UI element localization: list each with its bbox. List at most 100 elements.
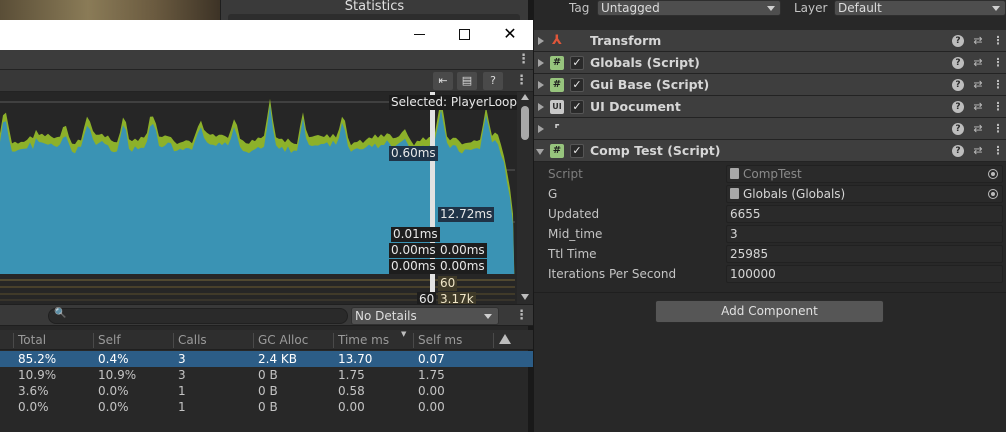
- help-icon[interactable]: ?: [952, 35, 964, 47]
- tag-dropdown[interactable]: Untagged: [597, 0, 781, 16]
- cell-self-ms: 1.75: [418, 368, 445, 382]
- foldout-arrow-icon[interactable]: [538, 125, 544, 133]
- component-name: Comp Test (Script): [590, 143, 721, 158]
- component-header-globals[interactable]: # ✓ Globals (Script) ? ⇄ ⋮: [534, 52, 1006, 74]
- scroll-down-icon[interactable]: [521, 294, 529, 300]
- help-icon[interactable]: ?: [952, 79, 964, 91]
- cell-total: 0.0%: [18, 400, 49, 414]
- column-header-time-ms[interactable]: Time ms: [333, 333, 389, 348]
- chart-value-label: 0.60ms: [389, 146, 438, 161]
- table-row[interactable]: 3.6% 0.0% 1 0 B 0.58 0.00: [0, 383, 533, 399]
- add-component-button[interactable]: Add Component: [655, 300, 884, 323]
- more-options-icon[interactable]: ⋮: [517, 53, 530, 67]
- table-row[interactable]: 10.9% 10.9% 3 0 B 1.75 1.75: [0, 367, 533, 383]
- frame-to-selection-icon[interactable]: ⇤: [433, 72, 453, 90]
- component-menu-icon[interactable]: ⋮: [991, 122, 1005, 136]
- cell-self: 10.9%: [98, 368, 137, 382]
- chevron-down-icon: [767, 6, 775, 11]
- hierarchy-more-options-icon[interactable]: ⋮: [515, 309, 528, 323]
- help-icon[interactable]: ?: [952, 57, 964, 69]
- script-field: CompTest: [726, 165, 1003, 183]
- component-header-ui-document[interactable]: UI ✓ UI Document ? ⇄ ⋮: [534, 96, 1006, 118]
- component-menu-icon[interactable]: ⋮: [991, 56, 1005, 70]
- help-icon[interactable]: ?: [952, 123, 964, 135]
- help-icon[interactable]: ?: [483, 72, 503, 90]
- component-header-rect[interactable]: ⌜ ? ⇄ ⋮: [534, 118, 1006, 140]
- component-menu-icon[interactable]: ⋮: [991, 144, 1005, 158]
- column-header-gc-alloc[interactable]: GC Alloc: [253, 333, 308, 348]
- chart-value-label: 60: [438, 276, 458, 291]
- minimize-button[interactable]: [396, 20, 442, 50]
- component-header-comp-test[interactable]: # ✓ Comp Test (Script) ? ⇄ ⋮: [534, 140, 1006, 162]
- enabled-checkbox[interactable]: ✓: [570, 56, 584, 70]
- g-object-field[interactable]: Globals (Globals): [726, 185, 1003, 203]
- cpu-usage-chart[interactable]: Selected: PlayerLoop 0.60ms 12.72ms 0.01…: [0, 92, 533, 304]
- preset-icon[interactable]: ⇄: [971, 122, 985, 136]
- column-header-self[interactable]: Self: [93, 333, 121, 348]
- script-icon: #: [550, 144, 564, 158]
- cell-gc-alloc: 0 B: [258, 368, 278, 382]
- component-menu-icon[interactable]: ⋮: [991, 34, 1005, 48]
- property-label-g: G: [548, 187, 558, 201]
- enabled-checkbox[interactable]: ✓: [570, 144, 584, 158]
- foldout-arrow-icon[interactable]: [538, 37, 544, 45]
- foldout-open-arrow-icon[interactable]: [536, 149, 544, 155]
- iterations-field[interactable]: 100000: [726, 265, 1003, 283]
- chart-value-label: 3.17k: [438, 292, 476, 304]
- separator: [534, 292, 1006, 293]
- maximize-button[interactable]: [441, 20, 487, 50]
- script-value: CompTest: [743, 167, 802, 181]
- chart-more-options-icon[interactable]: ⋮: [515, 74, 528, 88]
- foldout-arrow-icon[interactable]: [538, 59, 544, 67]
- ttl-time-field[interactable]: 25985: [726, 245, 1003, 263]
- cell-self-ms: 0.00: [418, 384, 445, 398]
- scroll-thumb[interactable]: [521, 106, 529, 140]
- preset-icon[interactable]: ⇄: [971, 100, 985, 114]
- preset-icon[interactable]: ⇄: [971, 144, 985, 158]
- script-file-icon: [730, 188, 739, 199]
- cell-time-ms: 13.70: [338, 352, 373, 366]
- component-header-transform[interactable]: ⅄ Transform ? ⇄ ⋮: [534, 30, 1006, 52]
- property-label-iterations: Iterations Per Second: [548, 267, 677, 281]
- property-label-script: Script: [548, 167, 583, 181]
- cell-self: 0.0%: [98, 400, 129, 414]
- foldout-arrow-icon[interactable]: [538, 103, 544, 111]
- mid-time-field[interactable]: 3: [726, 225, 1003, 243]
- updated-field[interactable]: 6655: [726, 205, 1003, 223]
- component-header-gui-base[interactable]: # ✓ Gui Base (Script) ? ⇄ ⋮: [534, 74, 1006, 96]
- table-row[interactable]: 85.2% 0.4% 3 2.4 KB 13.70 0.07: [0, 351, 533, 367]
- cell-calls: 3: [178, 368, 186, 382]
- search-input[interactable]: [67, 309, 343, 323]
- cell-total: 85.2%: [18, 352, 57, 366]
- profiler-title-bar[interactable]: ✕: [0, 20, 533, 50]
- warning-icon[interactable]: [499, 334, 511, 344]
- table-row[interactable]: 0.0% 0.0% 1 0 B 0.00 0.00: [0, 399, 533, 415]
- close-button[interactable]: ✕: [487, 20, 533, 50]
- search-box[interactable]: 🔍: [48, 308, 348, 324]
- help-icon[interactable]: ?: [952, 145, 964, 157]
- column-header-total[interactable]: Total: [13, 333, 46, 348]
- component-menu-icon[interactable]: ⋮: [991, 78, 1005, 92]
- column-header-calls[interactable]: Calls: [173, 333, 207, 348]
- enabled-checkbox[interactable]: ✓: [570, 100, 584, 114]
- scroll-up-icon[interactable]: [521, 94, 529, 100]
- details-dropdown[interactable]: No Details: [351, 307, 499, 325]
- help-icon[interactable]: ?: [952, 101, 964, 113]
- enabled-checkbox[interactable]: ✓: [570, 78, 584, 92]
- chart-scrollbar[interactable]: [517, 92, 533, 304]
- preset-icon[interactable]: ⇄: [971, 34, 985, 48]
- layer-dropdown[interactable]: Default: [834, 0, 1006, 16]
- component-menu-icon[interactable]: ⋮: [991, 100, 1005, 114]
- search-icon: 🔍: [54, 308, 67, 319]
- ttl-time-value: 25985: [730, 247, 769, 261]
- preset-icon[interactable]: ⇄: [971, 78, 985, 92]
- property-label-ttl-time: Ttl Time: [548, 247, 597, 261]
- foldout-arrow-icon[interactable]: [538, 81, 544, 89]
- component-name: Transform: [590, 33, 662, 48]
- preset-icon[interactable]: ⇄: [971, 56, 985, 70]
- column-header-self-ms[interactable]: Self ms: [413, 333, 462, 348]
- object-picker-icon[interactable]: [988, 189, 998, 199]
- save-icon[interactable]: ▤: [457, 72, 477, 90]
- details-dropdown-value: No Details: [355, 309, 417, 323]
- layer-label: Layer: [794, 1, 828, 15]
